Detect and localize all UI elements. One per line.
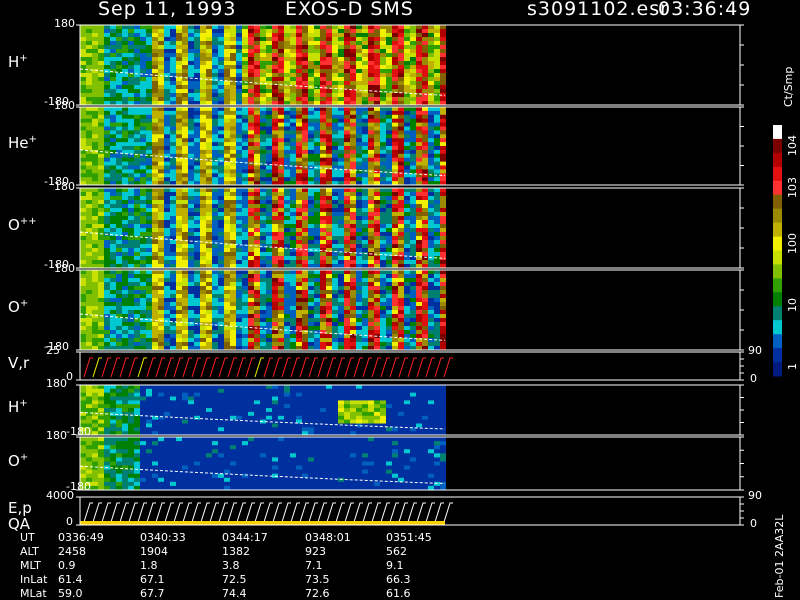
ephemeris-cell: 0340:33 (140, 531, 186, 544)
panel-5-bottom-tick: -180 (66, 425, 91, 438)
panel-4-bottom-tick: 0 (66, 370, 73, 383)
ephemeris-cell: 67.7 (140, 587, 165, 600)
panel-7 (76, 496, 744, 526)
colorbar-tick-label: 1 (786, 363, 799, 370)
colorbar-unit: Ct/Smp (782, 66, 795, 107)
colorbar-swatch (773, 208, 782, 224)
panel-7-bottom-tick: 0 (66, 515, 73, 528)
panel-7-right-top-tick: 90 (748, 489, 762, 502)
panel-4-right-bottom-tick: 0 (750, 372, 757, 385)
ephemeris-cell: 0.9 (58, 559, 76, 572)
plot-instrument: EXOS-D SMS (285, 0, 414, 20)
panel-0-ion-label: H+ (8, 53, 28, 71)
colorbar-swatch (773, 125, 782, 140)
ephemeris-row-label: InLat (20, 573, 48, 586)
colorbar-swatch (773, 222, 782, 237)
ephemeris-cell: 0348:01 (305, 531, 351, 544)
colorbar-swatch (773, 194, 782, 210)
ephemeris-cell: 923 (305, 545, 326, 558)
panel-3-ion-label: O+ (8, 298, 29, 316)
panel-4-top-tick: 25 (46, 344, 60, 357)
panel-5 (76, 384, 744, 436)
ephemeris-cell: 67.1 (140, 573, 165, 586)
ephemeris-cell: 59.0 (58, 587, 83, 600)
plot-date: Sep 11, 1993 (98, 0, 237, 20)
ephemeris-cell: 2458 (58, 545, 86, 558)
ephemeris-row-label: ALT (20, 545, 39, 558)
panel-7-top-tick: 4000 (46, 489, 74, 502)
panel-1-ion-label: He+ (8, 134, 37, 152)
colorbar-swatch (773, 236, 782, 251)
colorbar-tick-label: 100 (786, 233, 799, 254)
ephemeris-row-label: MLT (20, 559, 41, 572)
colorbar-swatch (773, 264, 782, 279)
panel-1-top-tick: 180 (54, 99, 75, 112)
ephemeris-cell: 9.1 (386, 559, 404, 572)
footer-code: Feb-01 2AA32L (773, 514, 786, 598)
ephemeris-cell: 1.8 (140, 559, 158, 572)
ephemeris-cell: 1382 (222, 545, 250, 558)
colorbar-swatch (773, 250, 782, 265)
colorbar-swatch (773, 306, 782, 321)
colorbar-tick-label: 104 (786, 135, 799, 156)
panel-4-right-top-tick: 90 (748, 344, 762, 357)
ephemeris-row-label: UT (20, 531, 35, 544)
panel-1 (76, 106, 744, 186)
panel-6-top-tick: 180 (46, 429, 67, 442)
ephemeris-cell: 66.3 (386, 573, 411, 586)
colorbar-swatch (773, 138, 782, 154)
colorbar-swatch (773, 348, 782, 363)
sms-plot: Sep 11, 1993 EXOS-D SMS s3091102.esr 03:… (0, 0, 800, 600)
panel-4 (76, 351, 744, 381)
ephemeris-cell: 0336:49 (58, 531, 104, 544)
panel-4-ion-label: V,r (8, 354, 30, 372)
panel-3-top-tick: 180 (54, 262, 75, 275)
ephemeris-cell: 73.5 (305, 573, 330, 586)
colorbar-swatch (773, 166, 782, 182)
colorbar-swatch (773, 278, 782, 293)
ephemeris-cell: 61.6 (386, 587, 411, 600)
ephemeris-cell: 0351:45 (386, 531, 432, 544)
panel-7-right-bottom-tick: 0 (750, 517, 757, 530)
ephemeris-cell: 72.6 (305, 587, 330, 600)
ephemeris-cell: 1904 (140, 545, 168, 558)
ephemeris-cell: 562 (386, 545, 407, 558)
panel-5-top-tick: 180 (46, 377, 67, 390)
ephemeris-cell: 74.4 (222, 587, 247, 600)
ephemeris-cell: 3.8 (222, 559, 240, 572)
panel-0-top-tick: 180 (54, 17, 75, 30)
colorbar (773, 125, 782, 377)
panel-2-top-tick: 180 (54, 180, 75, 193)
colorbar-swatch (773, 320, 782, 335)
ephemeris-cell: 0344:17 (222, 531, 268, 544)
plot-canvas (76, 24, 782, 526)
panel-6-ion-label: O+ (8, 451, 29, 470)
colorbar-swatch (773, 334, 782, 349)
colorbar-swatch (773, 362, 782, 377)
ephemeris-cell: 61.4 (58, 573, 83, 586)
file-name: s3091102.esr (527, 0, 669, 20)
panel-5-ion-label: H+ (8, 398, 28, 416)
panel-2 (76, 187, 744, 269)
panel-6 (76, 436, 744, 491)
panel-0 (76, 24, 744, 106)
ephemeris-row-label: MLat (20, 587, 47, 600)
colorbar-swatch (773, 180, 782, 196)
panel-2-ion-label: O++ (8, 216, 37, 234)
ephemeris-cell: 72.5 (222, 573, 247, 586)
colorbar-swatch (773, 292, 782, 307)
panel-3 (76, 269, 744, 351)
file-time: 03:36:49 (658, 0, 752, 20)
ephemeris-cell: 7.1 (305, 559, 323, 572)
colorbar-tick-label: 10 (786, 298, 799, 312)
colorbar-tick-label: 103 (786, 177, 799, 198)
colorbar-swatch (773, 152, 782, 168)
